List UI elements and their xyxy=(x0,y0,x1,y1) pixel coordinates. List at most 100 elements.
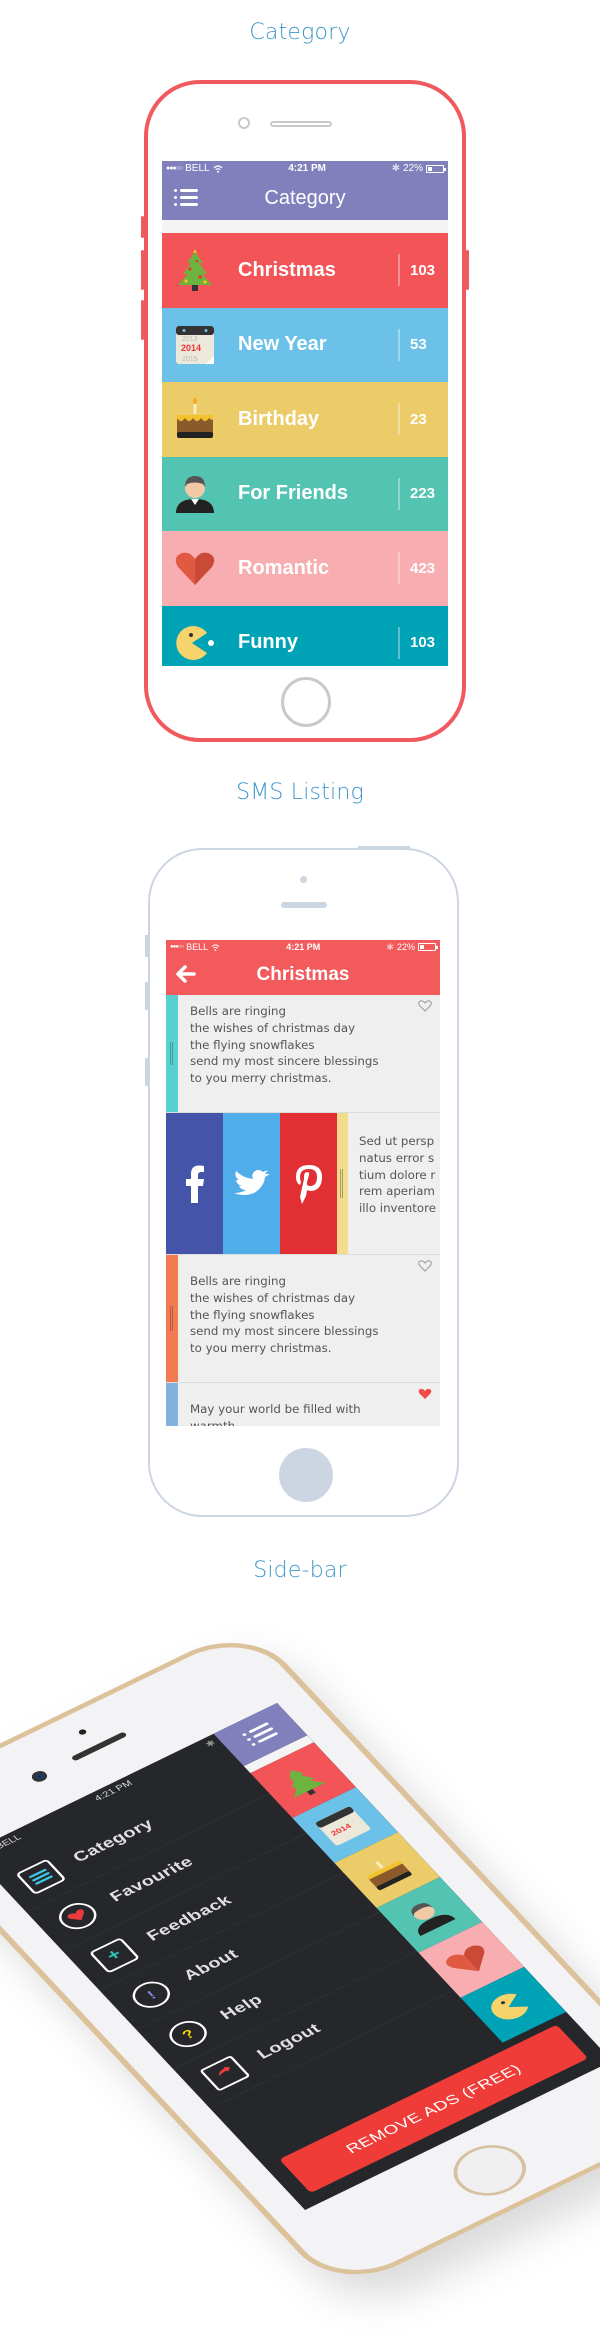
category-row-new-year[interactable]: 2013 2014 2015 New Year 53 xyxy=(162,307,448,382)
category-name: Christmas xyxy=(238,258,336,281)
swipe-handle[interactable] xyxy=(166,1383,178,1426)
earpiece-speaker xyxy=(270,121,332,127)
christmas-tree-icon xyxy=(289,1770,326,1798)
svg-text:2015: 2015 xyxy=(182,356,198,363)
proximity-sensor xyxy=(77,1728,88,1736)
battery-percent: 22% xyxy=(396,942,415,952)
earpiece-speaker xyxy=(70,1731,128,1762)
svg-text:2013: 2013 xyxy=(182,336,198,343)
sms-listing-screen: ●●●○○ BELL 4:21 PM ✱ 22% Christmas Bells… xyxy=(166,940,440,1426)
svg-text:2014: 2014 xyxy=(181,343,201,353)
favourite-heart-filled-icon[interactable] xyxy=(418,1388,432,1400)
home-button[interactable] xyxy=(281,677,331,727)
category-screen: ●●●○○ BELL 4:21 PM ✱ 22% Category Christ… xyxy=(162,161,448,666)
carrier: BELL xyxy=(0,1832,24,1851)
logout-icon xyxy=(198,2054,251,2092)
swipe-handle[interactable] xyxy=(166,995,178,1112)
category-row-christmas[interactable]: Christmas 103 xyxy=(162,233,448,308)
sms-card[interactable]: Bells are ringing the wishes of christma… xyxy=(166,995,440,1113)
sms-message-text: Sed ut persp natus error s tium dolore r… xyxy=(359,1134,436,1216)
category-list: Christmas 103 2013 2014 2015 New Year 53 B… xyxy=(162,233,448,666)
nav-title: Category xyxy=(264,186,346,209)
status-time: 4:21 PM xyxy=(286,942,321,952)
phone-sms-mockup: ●●●○○ BELL 4:21 PM ✱ 22% Christmas Bells… xyxy=(145,846,459,1517)
christmas-tree-icon xyxy=(172,247,218,293)
wifi-icon xyxy=(213,164,223,173)
calendar-icon: 2014 xyxy=(315,1806,371,1846)
favourite-heart-outline-icon[interactable] xyxy=(418,1260,432,1272)
pinterest-share-button[interactable] xyxy=(280,1113,337,1254)
status-bar: ●●●○○ BELL 4:21 PM ✱ 22% xyxy=(162,161,448,176)
category-nav-bar: Category xyxy=(162,176,448,220)
divider xyxy=(398,403,400,436)
sidebar-item-label: Logout xyxy=(253,2020,325,2062)
divider xyxy=(398,477,400,510)
category-name: New Year xyxy=(238,333,327,356)
status-bar: ●●●○○ BELL 4:21 PM ✱ 22% xyxy=(166,940,440,954)
signal-dots: ●●●○○ xyxy=(166,165,183,172)
category-count: 23 xyxy=(410,410,427,428)
swipe-handle[interactable] xyxy=(337,1113,348,1254)
category-name: Romantic xyxy=(238,556,330,579)
side-button xyxy=(145,1058,149,1086)
front-camera xyxy=(29,1769,50,1784)
category-name: Funny xyxy=(238,631,298,654)
home-button[interactable] xyxy=(279,1448,333,1502)
category-count: 103 xyxy=(410,261,436,279)
person-icon xyxy=(172,471,218,517)
phone-category-mockup: ●●●○○ BELL 4:21 PM ✱ 22% Category Christ… xyxy=(141,80,469,742)
facebook-share-button[interactable] xyxy=(166,1113,223,1254)
hamburger-menu-icon[interactable] xyxy=(241,1722,279,1747)
category-row-birthday[interactable]: Birthday 23 xyxy=(162,382,448,457)
battery-icon xyxy=(426,164,446,173)
side-button xyxy=(466,250,469,290)
divider xyxy=(398,626,400,659)
chat-plus-icon: + xyxy=(88,1936,140,1974)
sms-card[interactable]: Bells are ringing the wishes of christma… xyxy=(166,1255,440,1383)
pacman-icon xyxy=(172,620,218,666)
list-icon xyxy=(14,1858,67,1895)
heart-icon xyxy=(172,545,218,591)
person-icon xyxy=(411,1903,456,1937)
category-count: 423 xyxy=(410,559,436,577)
carrier: BELL xyxy=(186,942,209,952)
sms-card-share-actions: Sed ut persp natus error s tium dolore r… xyxy=(166,1113,440,1255)
home-button[interactable] xyxy=(439,2135,540,2206)
category-count: 53 xyxy=(410,336,427,354)
category-row-romantic[interactable]: Romantic 423 xyxy=(162,531,448,606)
earpiece-speaker xyxy=(281,902,327,908)
battery-icon xyxy=(417,943,438,951)
sms-message-text: Bells are ringing the wishes of christma… xyxy=(190,1004,379,1086)
swipe-handle[interactable] xyxy=(166,1255,178,1382)
section-title-sms-listing: SMS Listing xyxy=(236,780,364,805)
section-title-side-bar: Side-bar xyxy=(253,1558,347,1583)
heart-icon xyxy=(446,1945,485,1972)
bluetooth-icon: ✱ xyxy=(391,163,400,174)
birthday-cake-icon xyxy=(366,1860,412,1891)
signal-dots: ●●●○○ xyxy=(170,944,184,950)
sms-nav-bar: Christmas xyxy=(166,954,440,995)
front-camera xyxy=(300,876,307,883)
calendar-icon: 2013 2014 2015 xyxy=(172,322,218,368)
side-button xyxy=(141,300,144,340)
category-row-funny[interactable]: Funny 103 xyxy=(162,605,448,666)
category-row-for-friends[interactable]: For Friends 223 xyxy=(162,456,448,531)
twitter-icon xyxy=(233,1169,270,1195)
twitter-share-button[interactable] xyxy=(223,1113,280,1254)
favourite-heart-outline-icon[interactable] xyxy=(418,1000,432,1012)
status-time: 4:21 PM xyxy=(288,163,326,174)
hamburger-menu-icon[interactable] xyxy=(174,189,198,207)
heart-icon xyxy=(51,1897,104,1934)
divider xyxy=(398,328,400,361)
back-arrow-icon[interactable] xyxy=(176,965,196,983)
carrier: BELL xyxy=(185,163,210,174)
side-button xyxy=(358,846,410,850)
side-button xyxy=(141,250,144,290)
section-title-category: Category xyxy=(249,20,351,45)
bluetooth-icon: ✱ xyxy=(386,941,394,952)
side-button xyxy=(141,216,144,238)
sms-card[interactable]: May your world be filled with warmth xyxy=(166,1383,440,1426)
birthday-cake-icon xyxy=(172,396,218,442)
pacman-icon xyxy=(491,1993,529,2020)
category-name: Birthday xyxy=(238,407,320,430)
